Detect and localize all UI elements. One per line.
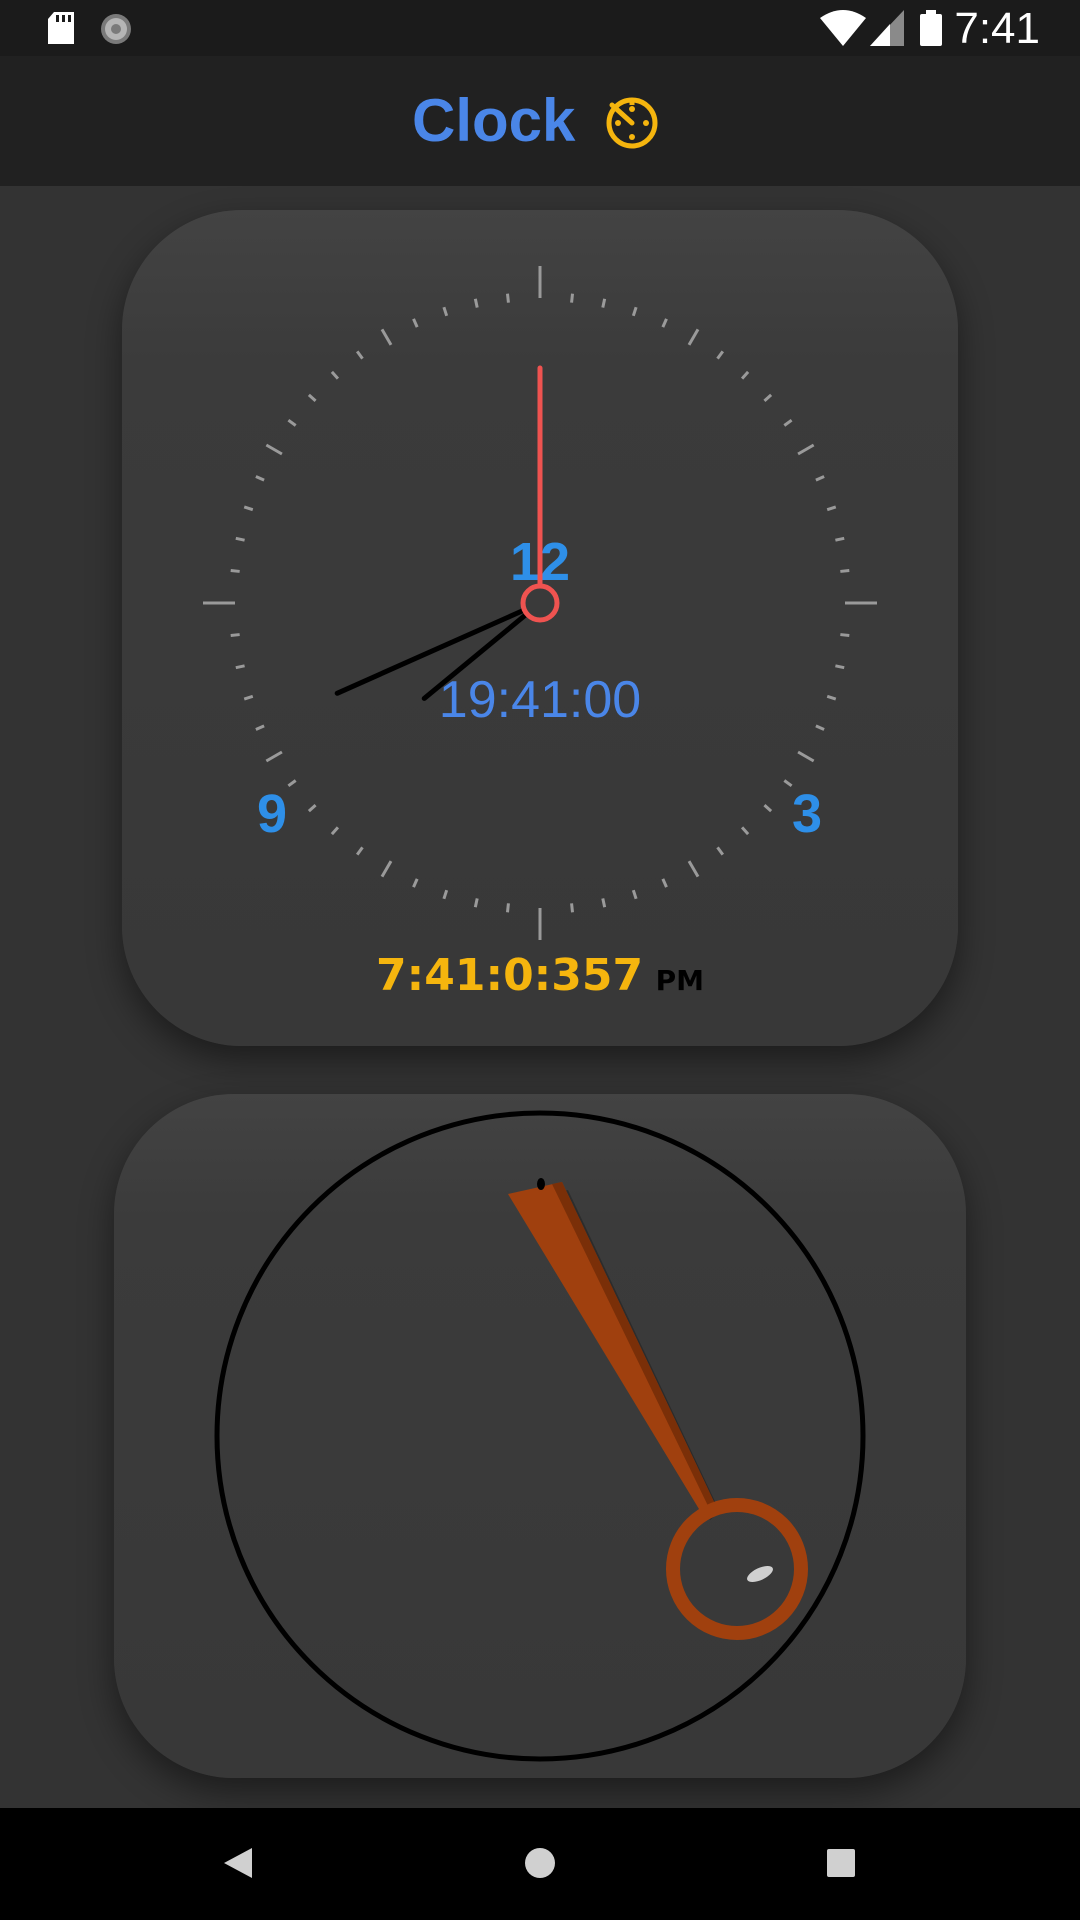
clock-tick <box>601 898 607 908</box>
clock-tick <box>473 898 479 908</box>
needle-tip-dot <box>537 1178 545 1190</box>
clock-tick <box>763 393 773 403</box>
clock-center-pin <box>520 583 560 623</box>
clock-tick <box>307 393 317 403</box>
analog-clock-face: 12 3 6 9 19:41:00 <box>203 266 877 1046</box>
timer-icon[interactable] <box>600 91 660 151</box>
digital-time-24h: 19:41:00 <box>439 671 641 729</box>
status-time: 7:41 <box>954 4 1040 53</box>
clock-tick <box>783 418 793 427</box>
clock-tick <box>442 889 449 900</box>
clock-tick <box>797 443 815 456</box>
clock-tick <box>631 889 638 900</box>
clock-tick <box>235 536 245 542</box>
clock-tick <box>330 370 340 380</box>
clock-tick <box>570 293 575 303</box>
clock-tick <box>840 633 850 638</box>
clock-tick <box>473 298 479 308</box>
clock-tick <box>740 826 750 836</box>
sd-card-icon <box>48 12 74 44</box>
wifi-icon <box>820 10 866 46</box>
clock-tick <box>287 418 297 427</box>
home-icon[interactable] <box>522 1836 558 1890</box>
clock-tick <box>380 328 393 346</box>
recents-icon[interactable] <box>824 1836 856 1890</box>
clock-tick <box>716 846 725 856</box>
app-bar: Clock <box>0 56 1080 186</box>
clock-tick <box>307 803 317 813</box>
clock-tick <box>355 350 364 360</box>
clock-tick <box>235 664 245 670</box>
clock-tick <box>840 568 850 573</box>
clock-tick <box>230 633 240 638</box>
clock-tick <box>412 878 419 888</box>
clock-tick <box>815 724 825 731</box>
signal-icon <box>870 10 904 46</box>
clock-tick <box>230 568 240 573</box>
battery-icon <box>920 10 942 46</box>
clock-tick <box>815 475 825 482</box>
clock-tick <box>601 298 607 308</box>
meridiem-label: PM <box>655 964 704 997</box>
clock-tick <box>243 505 254 512</box>
clock-tick <box>716 350 725 360</box>
clock-tick <box>763 803 773 813</box>
clock-tick <box>687 328 700 346</box>
clock-tick <box>287 779 297 788</box>
numeral-3: 3 <box>792 784 822 844</box>
gauge-needle[interactable] <box>508 1178 808 1640</box>
clock-tick <box>255 475 265 482</box>
status-bar: 7:41 <box>0 0 1080 56</box>
gauge-dial <box>214 1110 866 1762</box>
clock-tick <box>687 860 700 878</box>
clock-tick <box>826 694 837 701</box>
clock-tick <box>505 903 510 913</box>
digital-time-12h: 7:41:0:357 <box>376 950 644 1001</box>
clock-tick <box>783 779 793 788</box>
navigation-bar <box>0 1808 1080 1920</box>
pivot-highlight <box>747 1565 773 1583</box>
clock-tick <box>740 370 750 380</box>
app-title: Clock <box>412 87 576 154</box>
clock-tick <box>255 724 265 731</box>
clock-tick <box>631 306 638 317</box>
clock-tick <box>570 903 575 913</box>
gauge-card <box>114 1094 966 1778</box>
analog-clock-card: 12 3 6 9 19:41:00 7:41:0:357 PM <box>122 210 958 1046</box>
clock-tick <box>835 664 845 670</box>
clock-tick <box>826 505 837 512</box>
clock-tick <box>661 878 668 888</box>
clock-tick <box>243 694 254 701</box>
clock-tick <box>505 293 510 303</box>
digital-time-12h-row: 7:41:0:357 PM <box>122 950 958 1001</box>
numeral-6: 6 <box>525 1037 555 1046</box>
clock-tick <box>412 318 419 328</box>
sync-icon <box>101 14 131 44</box>
clock-tick <box>330 826 340 836</box>
clock-tick <box>661 318 668 328</box>
clock-tick <box>797 750 815 763</box>
numeral-9: 9 <box>257 784 287 844</box>
clock-tick <box>835 536 845 542</box>
clock-tick <box>442 306 449 317</box>
clock-tick <box>265 443 283 456</box>
needle-pivot-ring <box>666 1498 808 1640</box>
back-icon[interactable] <box>222 1836 254 1890</box>
clock-tick <box>265 750 283 763</box>
clock-tick <box>355 846 364 856</box>
clock-tick <box>380 860 393 878</box>
